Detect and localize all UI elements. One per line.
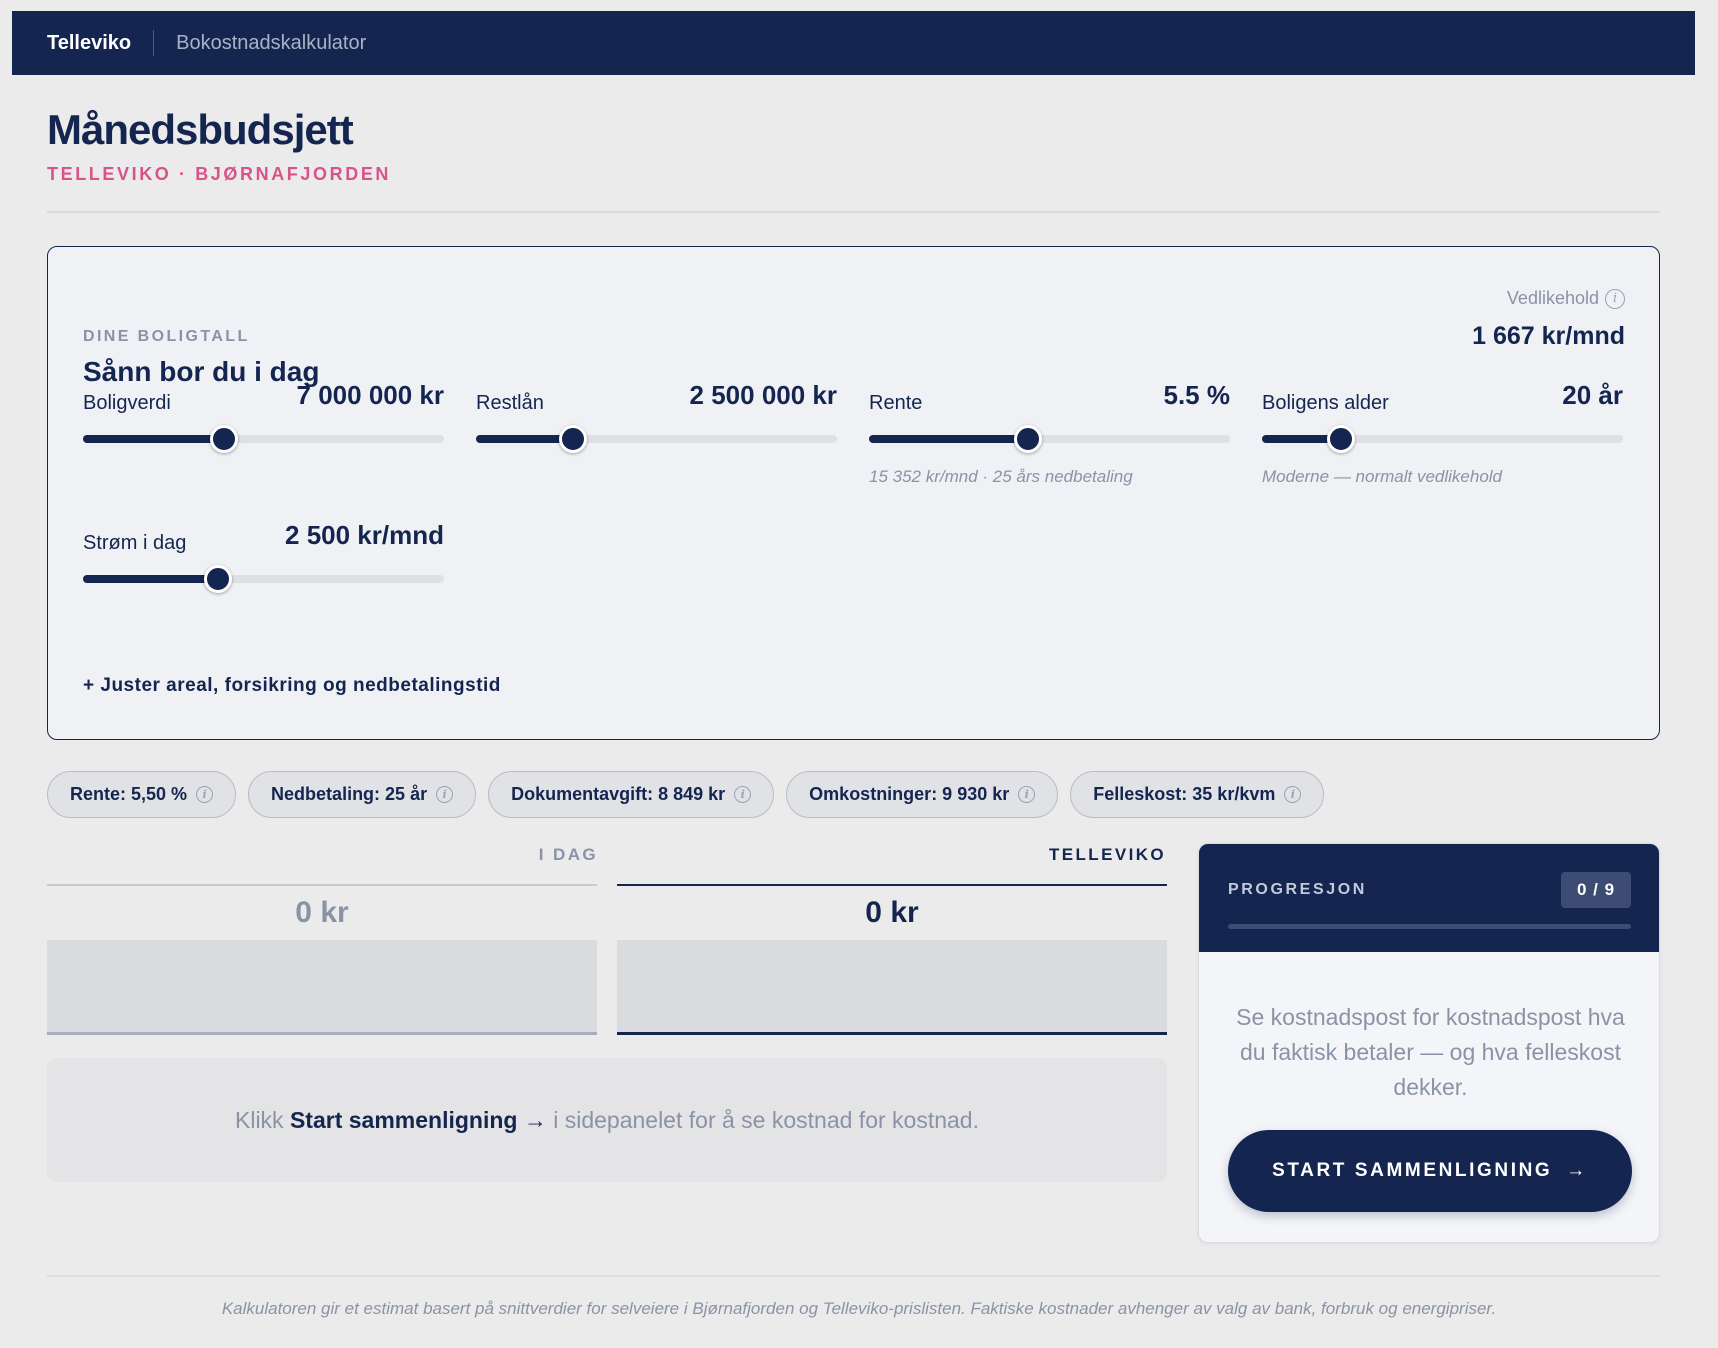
slider-value: 5.5 % — [1163, 380, 1231, 410]
chip-felleskost[interactable]: Felleskost: 35 kr/kvm i — [1070, 771, 1325, 818]
slider-thumb[interactable] — [204, 565, 233, 593]
comparison-hint: Klikk Start sammenligning → i sidepanele… — [47, 1058, 1167, 1182]
adjust-details-link[interactable]: + Juster areal, forsikring og nedbetalin… — [83, 675, 501, 697]
start-button-label: START SAMMENLIGNING — [1272, 1160, 1553, 1181]
footer-disclaimer: Kalkulatoren gir et estimat basert på sn… — [221, 1299, 1497, 1318]
info-icon: i — [734, 786, 752, 803]
chip-label: Nedbetaling: 25 år — [271, 784, 428, 804]
header-divider — [47, 211, 1660, 213]
chip-dokumentavgift[interactable]: Dokumentavgift: 8 849 kr i — [488, 771, 775, 818]
maintenance-label: Vedlikehold i — [1507, 288, 1625, 309]
footer-divider — [47, 1275, 1660, 1277]
slider-label: Strøm i dag — [83, 532, 187, 554]
today-cost-box — [47, 940, 597, 1035]
app-name: Bokostnadskalkulator — [176, 31, 367, 54]
slider-thumb[interactable] — [209, 425, 238, 453]
chip-label: Dokumentavgift: 8 849 kr — [511, 784, 726, 804]
slider-fill — [83, 435, 224, 443]
progress-counter: 0 / 9 — [1561, 872, 1631, 908]
slider-hint: Moderne — normalt vedlikehold — [1262, 467, 1503, 486]
brand-name[interactable]: Telleviko — [47, 32, 131, 55]
page-title: Månedsbudsjett — [47, 106, 354, 153]
slider-track[interactable] — [83, 425, 444, 453]
hint-text-after: i sidepanelet for å se kostnad for kostn… — [546, 1106, 979, 1133]
slider-thumb[interactable] — [1327, 425, 1356, 453]
top-nav-bar: Telleviko Bokostnadskalkulator — [12, 11, 1695, 75]
arrow-right-icon: → — [1566, 1160, 1588, 1181]
slider-fill — [83, 575, 219, 583]
info-icon: i — [1284, 786, 1302, 803]
slider-hint: 15 352 kr/mnd · 25 års nedbetaling — [869, 467, 1133, 486]
chip-label: Felleskost: 35 kr/kvm — [1093, 784, 1276, 804]
maintenance-value: 1 667 kr/mnd — [1472, 322, 1625, 350]
today-total: 0 kr — [295, 896, 349, 929]
slider-track[interactable] — [83, 565, 444, 593]
progress-panel: PROGRESJON 0 / 9 Se kostnadspost for kos… — [1198, 843, 1660, 1243]
section-title: Sånn bor du i dag — [83, 356, 320, 387]
slider-track[interactable] — [869, 425, 1230, 453]
progress-bar — [1228, 924, 1631, 929]
info-icon: i — [436, 786, 454, 803]
telleviko-cost-box — [617, 940, 1167, 1035]
slider-fill — [869, 435, 1028, 443]
slider-track[interactable] — [1262, 425, 1623, 453]
hint-text-before: Klikk — [235, 1106, 290, 1133]
slider-label: Restlån — [476, 392, 544, 414]
today-column-header: I DAG — [538, 845, 598, 864]
chip-rente[interactable]: Rente: 5,50 % i — [47, 771, 237, 818]
slider-label: Boligverdi — [83, 392, 171, 414]
telleviko-column-line — [617, 884, 1167, 886]
slider-track[interactable] — [476, 425, 837, 453]
slider-thumb[interactable] — [559, 425, 588, 453]
slider-label: Rente — [869, 392, 923, 414]
slider-value: 20 år — [1562, 380, 1623, 410]
telleviko-column-header: TELLEVIKO — [1049, 845, 1166, 864]
nav-divider — [153, 30, 155, 56]
chip-omkostninger[interactable]: Omkostninger: 9 930 kr i — [786, 771, 1059, 818]
chip-label: Rente: 5,50 % — [70, 784, 188, 804]
chip-label: Omkostninger: 9 930 kr — [809, 784, 1010, 804]
progress-kicker: PROGRESJON — [1228, 881, 1367, 898]
today-column-line — [47, 884, 597, 886]
progress-description: Se kostnadspost for kostnadspost hva du … — [1236, 1004, 1625, 1100]
slider-value: 7 000 000 kr — [296, 380, 444, 410]
page-subtitle: TELLEVIKO · BJØRNAFJORDEN — [47, 164, 392, 184]
info-icon: i — [196, 786, 214, 803]
info-icon[interactable]: i — [1605, 288, 1625, 309]
slider-thumb[interactable] — [1013, 425, 1042, 453]
start-comparison-button[interactable]: START SAMMENLIGNING → — [1228, 1130, 1632, 1212]
slider-value: 2 500 000 kr — [689, 380, 837, 410]
progress-panel-header: PROGRESJON 0 / 9 — [1199, 844, 1659, 952]
hint-text-bold: Start sammenligning → — [289, 1106, 547, 1133]
section-kicker: DINE BOLIGTALL — [83, 328, 250, 345]
maintenance-label-text: Vedlikehold — [1506, 288, 1599, 308]
slider-label: Boligens alder — [1262, 392, 1389, 414]
chip-nedbetaling[interactable]: Nedbetaling: 25 år i — [248, 771, 477, 818]
slider-value: 2 500 kr/mnd — [285, 520, 444, 550]
telleviko-total: 0 kr — [865, 896, 919, 929]
info-icon: i — [1018, 786, 1036, 803]
assumption-chips: Rente: 5,50 % i Nedbetaling: 25 år i Dok… — [47, 771, 1325, 818]
housing-card: Vedlikehold i 1 667 kr/mnd DINE BOLIGTAL… — [47, 246, 1660, 740]
